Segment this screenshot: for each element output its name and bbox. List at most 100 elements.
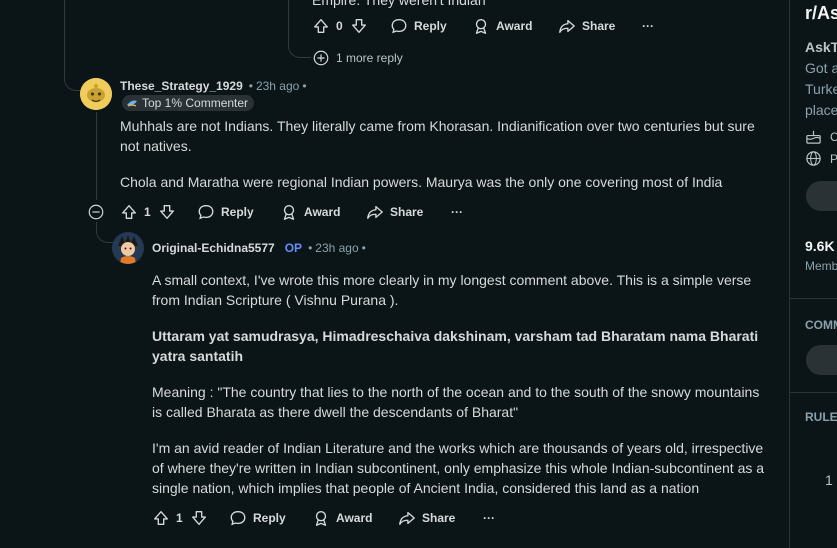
more-label: ··· [451,205,463,219]
more-replies-link[interactable]: 1 more reply [312,44,403,72]
share-icon [367,205,383,219]
reply-label: Reply [414,19,447,33]
comment-paragraph: A small context, I've wrote this more cl… [152,272,752,308]
user-flair: Top 1% Commenter [122,95,255,111]
upvote-icon [122,205,136,219]
character-avatar-icon [112,232,144,264]
award-icon [475,19,487,34]
more-replies-label: 1 more reply [336,51,403,65]
collapse-thread-button[interactable] [87,198,105,226]
more-label: ··· [483,511,495,525]
thread-line [64,0,93,91]
cake-icon [806,130,821,144]
upvote-icon [314,19,328,33]
meta-dot: • [361,241,366,255]
rule-number[interactable]: 1 [825,472,833,488]
comment-header: These_Strategy_1929 • 23h ago • [120,78,307,94]
meta-dot: • [308,241,313,255]
comment-header: Original-Echidna5577 OP • 23h ago • [152,240,366,256]
reply-label: Reply [221,205,254,219]
share-button[interactable]: Share [398,504,455,532]
community-created-row: C [805,128,837,145]
share-label: Share [582,19,616,33]
comment-bubble-icon [198,205,214,220]
share-label: Share [390,205,424,219]
section-header: RULE [805,410,837,424]
flair-badge-icon [127,100,137,107]
username[interactable]: Original-Echidna5577 [152,241,275,255]
share-icon [399,511,415,525]
meta-dot: • [248,79,253,93]
share-label: Share [422,511,456,525]
share-button[interactable]: Share [366,198,423,226]
comment-paragraph: Chola and Maratha were regional Indian p… [120,174,723,190]
award-icon [315,511,327,526]
comment-paragraph: Muhhals are not Indians. They literally … [120,118,755,154]
timestamp[interactable]: 23h ago [315,241,358,255]
username[interactable]: These_Strategy_1929 [120,79,243,93]
members-count: 9.6K [805,238,835,254]
award-label: Award [304,205,341,219]
sidebar-divider [790,392,837,393]
downvote-button[interactable] [158,198,176,226]
community-desc-line: Turke [805,81,837,97]
public-label: P [830,152,837,166]
globe-icon [806,151,821,166]
subreddit-title[interactable]: r/As [805,3,837,24]
comment-bubble-icon [391,19,407,34]
timestamp[interactable]: 23h ago [256,79,299,93]
award-label: Award [336,511,373,525]
reply-button[interactable]: Reply [197,198,254,226]
community-desc-line: place [805,102,837,118]
sidebar-divider [790,298,837,299]
award-icon [283,205,295,220]
upvote-button[interactable]: 1 [120,198,151,226]
community-name: AskT [805,39,837,55]
share-button[interactable]: Share [558,12,615,40]
comment-paragraph-bold: Uttaram yat samudrasya, Himadreschaiva d… [152,328,759,364]
upvote-icon [154,511,168,525]
comment-paragraph: Meaning : "The country that lies to the … [152,384,760,420]
award-button[interactable]: Award [472,12,532,40]
minus-circle-icon [88,204,104,220]
downvote-icon [192,511,206,525]
share-icon [559,19,575,33]
community-desc-line: Got a [805,60,837,76]
downvote-icon [160,205,174,219]
community-sidebar: r/As AskT Got a Turke place C P 9.6K Mem… [789,0,837,548]
join-button[interactable] [806,181,837,211]
comment-paragraph: I'm an avid reader of Indian Literature … [152,440,765,496]
downvote-button[interactable] [190,504,208,532]
award-button[interactable]: Award [280,198,340,226]
avatar[interactable] [80,78,112,110]
community-bookmark-button[interactable] [806,345,837,375]
op-badge: OP [284,241,303,255]
more-options-button[interactable]: ··· [451,198,463,226]
vote-count: 1 [176,511,183,525]
members-label: Memb [805,259,837,273]
vote-count: 1 [144,205,151,219]
meta-dot: • [302,79,307,93]
upvote-button[interactable]: 1 [152,504,183,532]
reply-button[interactable]: Reply [390,12,447,40]
more-options-button[interactable]: ··· [483,504,495,532]
downvote-button[interactable] [350,12,368,40]
flair-label: Top 1% Commenter [142,96,249,110]
comment-bubble-icon [230,511,246,526]
award-button[interactable]: Award [312,504,372,532]
avatar[interactable] [112,232,144,264]
thread-line [96,112,98,200]
section-header: COMM [805,318,837,332]
comment-text-cut: Empire. They weren't Indian [312,0,486,8]
more-options-button[interactable]: ··· [642,12,654,40]
created-label: C [830,130,837,144]
snoo-avatar-icon [80,78,112,110]
reply-button[interactable]: Reply [229,504,286,532]
vote-count: 0 [336,19,343,33]
plus-circle-icon [313,50,329,66]
downvote-icon [352,19,366,33]
community-public-row: P [805,150,837,167]
reply-label: Reply [253,511,286,525]
more-label: ··· [642,19,654,33]
upvote-button[interactable]: 0 [312,12,343,40]
